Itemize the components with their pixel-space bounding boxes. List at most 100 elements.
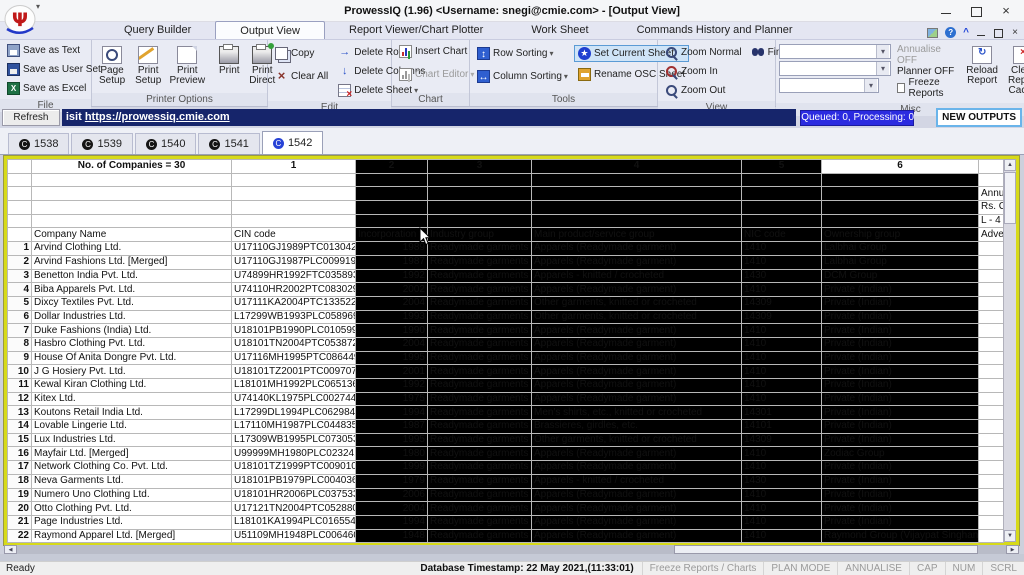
ownership-group-cell[interactable]: Private (Indian) (822, 488, 979, 502)
industry-group-cell[interactable]: Readymade garments (428, 337, 532, 351)
incorporation-year-cell[interactable]: 2004 (356, 337, 428, 351)
ownership-group-cell[interactable]: Private (Indian) (822, 392, 979, 406)
nic-code-cell[interactable]: 1410 (742, 255, 822, 269)
column-number-1[interactable]: 1 (232, 160, 356, 174)
industry-group-cell[interactable]: Readymade garments (428, 461, 532, 475)
nic-code-cell[interactable]: 14301 (742, 406, 822, 420)
cin-code[interactable]: U74140KL1975PLC002744 (232, 392, 356, 406)
industry-group-cell[interactable]: Readymade garments (428, 324, 532, 338)
ownership-group-cell[interactable]: Private (Indian) (822, 365, 979, 379)
industry-group-cell[interactable]: Readymade garments (428, 365, 532, 379)
incorporation-year-cell[interactable]: 1993 (356, 310, 428, 324)
product-group-cell[interactable]: Apparels (Readymade garment) (532, 515, 742, 529)
companies-count-header[interactable]: No. of Companies = 30 (32, 160, 232, 174)
nic-code-cell[interactable]: 14309 (742, 296, 822, 310)
row-number[interactable]: 14 (8, 420, 32, 434)
vertical-scrollbar[interactable]: ▲ ▼ (1003, 159, 1016, 542)
scroll-down-arrow-icon[interactable]: ▼ (1004, 530, 1016, 542)
cin-code[interactable]: L17309WB1995PLC073053 (232, 433, 356, 447)
header-nic-code[interactable]: NIC code (742, 228, 822, 242)
column-number-2[interactable]: 2 (356, 160, 428, 174)
row-number[interactable]: 3 (8, 269, 32, 283)
product-group-cell[interactable]: Apparels (Readymade garment) (532, 351, 742, 365)
row-number[interactable]: 9 (8, 351, 32, 365)
chart-editor-button[interactable]: Chart Editor▾ (395, 66, 466, 83)
vertical-scroll-thumb[interactable] (1004, 172, 1016, 224)
industry-group-cell[interactable]: Readymade garments (428, 420, 532, 434)
nic-code-cell[interactable]: 1410 (742, 515, 822, 529)
maximize-button[interactable] (970, 5, 982, 17)
product-group-cell[interactable]: Apparels (Readymade garment) (532, 447, 742, 461)
company-name-link[interactable]: Benetton India Pvt. Ltd. (32, 269, 232, 283)
company-name-link[interactable]: Duke Fashions (India) Ltd. (32, 324, 232, 338)
industry-group-cell[interactable]: Readymade garments (428, 433, 532, 447)
row-number[interactable]: 16 (8, 447, 32, 461)
product-group-cell[interactable]: Apparels (Readymade garment) (532, 337, 742, 351)
company-name-link[interactable]: Neva Garments Ltd. (32, 474, 232, 488)
product-group-cell[interactable]: Other garments, knitted or crocheted (532, 310, 742, 324)
ownership-group-cell[interactable]: Private (Indian) (822, 296, 979, 310)
annualise-toggle[interactable]: Annualise OFF (897, 44, 956, 66)
company-name-link[interactable]: Arvind Fashions Ltd. [Merged] (32, 255, 232, 269)
company-name-link[interactable]: Kewal Kiran Clothing Ltd. (32, 379, 232, 393)
nic-code-cell[interactable]: 1410 (742, 461, 822, 475)
incorporation-year-cell[interactable]: 1992 (356, 379, 428, 393)
product-group-cell[interactable]: Brassieres, girdles, etc. (532, 420, 742, 434)
product-group-cell[interactable]: Apparels (Readymade garment) (532, 461, 742, 475)
nic-code-cell[interactable]: 1430 (742, 474, 822, 488)
company-name-link[interactable]: Otto Clothing Pvt. Ltd. (32, 502, 232, 516)
planner-toggle[interactable]: Planner OFF (897, 66, 956, 77)
mdi-restore-button[interactable] (993, 28, 1003, 38)
nic-code-cell[interactable]: 1410 (742, 283, 822, 297)
header-incorporation-year[interactable]: Incorporation year (356, 228, 428, 242)
header-company-name[interactable]: Company Name (32, 228, 232, 242)
industry-group-cell[interactable]: Readymade garments (428, 529, 532, 543)
column-sorting-button[interactable]: ↔Column Sorting▾ (473, 68, 572, 85)
company-name-link[interactable]: Lux Industries Ltd. (32, 433, 232, 447)
company-name-link[interactable]: Dollar Industries Ltd. (32, 310, 232, 324)
nic-code-cell[interactable]: 1410 (742, 447, 822, 461)
collapse-ribbon-icon[interactable]: ^ (963, 28, 969, 38)
column-number-5[interactable]: 5 (742, 160, 822, 174)
industry-group-cell[interactable]: Readymade garments (428, 351, 532, 365)
row-number[interactable]: 11 (8, 379, 32, 393)
nic-code-cell[interactable]: 14309 (742, 433, 822, 447)
nic-code-cell[interactable]: 1410 (742, 324, 822, 338)
ownership-group-cell[interactable]: Zodiac Group (822, 447, 979, 461)
menu-tab-output-view[interactable]: Output View (215, 21, 325, 39)
product-group-cell[interactable]: Apparels (Readymade garment) (532, 324, 742, 338)
product-group-cell[interactable]: Apparels (Readymade garment) (532, 392, 742, 406)
incorporation-year-cell[interactable]: 1994 (356, 406, 428, 420)
industry-group-cell[interactable]: Readymade garments (428, 502, 532, 516)
row-number[interactable]: 19 (8, 488, 32, 502)
incorporation-year-cell[interactable]: 1990 (356, 324, 428, 338)
row-sorting-button[interactable]: ↕Row Sorting▾ (473, 45, 572, 62)
incorporation-year-cell[interactable]: 1995 (356, 433, 428, 447)
cin-code[interactable]: L17299WB1993PLC058969 (232, 310, 356, 324)
misc-dropdown-1[interactable]: ▾ (779, 44, 891, 59)
nic-code-cell[interactable]: 14101 (742, 420, 822, 434)
horizontal-scroll-thumb[interactable] (674, 545, 979, 554)
cin-code[interactable]: U17111KA2004PTC133522 (232, 296, 356, 310)
industry-group-cell[interactable]: Readymade garments (428, 242, 532, 256)
row-number[interactable]: 8 (8, 337, 32, 351)
row-number[interactable]: 1 (8, 242, 32, 256)
image-icon[interactable] (927, 28, 938, 38)
company-name-link[interactable]: Network Clothing Co. Pvt. Ltd. (32, 461, 232, 475)
ownership-group-cell[interactable]: Private (Indian) (822, 406, 979, 420)
incorporation-year-cell[interactable]: 1987 (356, 420, 428, 434)
menu-tab-report-viewer-chart-plotter[interactable]: Report Viewer/Chart Plotter (325, 21, 507, 39)
column-number-4[interactable]: 4 (532, 160, 742, 174)
clear-report-cache-button[interactable]: ×Clear Report Cache (1004, 42, 1024, 101)
incorporation-year-cell[interactable]: 1975 (356, 392, 428, 406)
header-ownership-group[interactable]: Ownership group (822, 228, 979, 242)
incorporation-year-cell[interactable]: 2002 (356, 283, 428, 297)
ownership-group-cell[interactable]: Private (Indian) (822, 515, 979, 529)
industry-group-cell[interactable]: Readymade garments (428, 379, 532, 393)
ownership-group-cell[interactable]: Private (Indian) (822, 474, 979, 488)
nic-code-cell[interactable]: 1410 (742, 242, 822, 256)
sheet-tab-1541[interactable]: C1541 (198, 133, 259, 154)
company-name-link[interactable]: Biba Apparels Pvt. Ltd. (32, 283, 232, 297)
cin-code[interactable]: U51109MH1948PLC006460 (232, 529, 356, 543)
company-name-link[interactable]: Dixcy Textiles Pvt. Ltd. (32, 296, 232, 310)
